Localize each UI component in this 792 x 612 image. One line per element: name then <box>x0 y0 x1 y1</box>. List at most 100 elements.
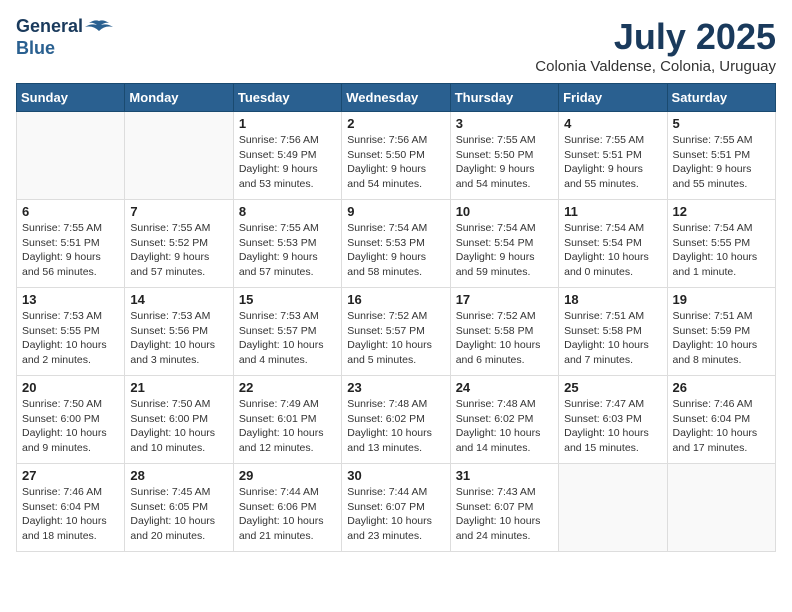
day-number: 18 <box>564 292 661 307</box>
day-info: Sunrise: 7:55 AMSunset: 5:51 PMDaylight:… <box>22 221 119 280</box>
day-info: Sunrise: 7:53 AMSunset: 5:55 PMDaylight:… <box>22 309 119 368</box>
day-info: Sunrise: 7:50 AMSunset: 6:00 PMDaylight:… <box>22 397 119 456</box>
day-number: 16 <box>347 292 444 307</box>
day-cell-w2-d7: 12 Sunrise: 7:54 AMSunset: 5:55 PMDayligh… <box>667 200 775 288</box>
day-number: 17 <box>456 292 553 307</box>
page-header: General Blue July 2025 Colonia Valdense,… <box>16 16 776 75</box>
day-number: 28 <box>130 468 227 483</box>
day-info: Sunrise: 7:52 AMSunset: 5:57 PMDaylight:… <box>347 309 444 368</box>
day-number: 27 <box>22 468 119 483</box>
day-info: Sunrise: 7:49 AMSunset: 6:01 PMDaylight:… <box>239 397 336 456</box>
header-wednesday: Wednesday <box>342 84 450 112</box>
day-info: Sunrise: 7:44 AMSunset: 6:07 PMDaylight:… <box>347 485 444 544</box>
logo-bird-icon <box>85 19 113 35</box>
day-cell-w3-d4: 16 Sunrise: 7:52 AMSunset: 5:57 PMDayligh… <box>342 288 450 376</box>
header-monday: Monday <box>125 84 233 112</box>
day-number: 15 <box>239 292 336 307</box>
day-number: 9 <box>347 204 444 219</box>
day-cell-w4-d5: 24Sunrise: 7:48 AMSunset: 6:02 PMDayligh… <box>450 376 558 464</box>
day-cell-w1-d2 <box>125 112 233 200</box>
header-friday: Friday <box>559 84 667 112</box>
day-cell-w5-d6 <box>559 464 667 552</box>
day-cell-w4-d1: 20 Sunrise: 7:50 AMSunset: 6:00 PMDayligh… <box>17 376 125 464</box>
day-cell-w1-d5: 3Sunrise: 7:55 AMSunset: 5:50 PMDaylight… <box>450 112 558 200</box>
day-cell-w3-d1: 13 Sunrise: 7:53 AMSunset: 5:55 PMDayligh… <box>17 288 125 376</box>
day-cell-w2-d5: 10 Sunrise: 7:54 AMSunset: 5:54 PMDayligh… <box>450 200 558 288</box>
day-info: Sunrise: 7:55 AMSunset: 5:51 PMDaylight:… <box>673 133 770 192</box>
day-info: Sunrise: 7:55 AMSunset: 5:52 PMDaylight:… <box>130 221 227 280</box>
day-number: 8 <box>239 204 336 219</box>
day-cell-w3-d7: 19Sunrise: 7:51 AMSunset: 5:59 PMDayligh… <box>667 288 775 376</box>
calendar-table: Sunday Monday Tuesday Wednesday Thursday… <box>16 83 776 552</box>
day-info: Sunrise: 7:56 AMSunset: 5:50 PMDaylight:… <box>347 133 444 192</box>
week-row-3: 13 Sunrise: 7:53 AMSunset: 5:55 PMDayligh… <box>17 288 776 376</box>
day-info: Sunrise: 7:52 AMSunset: 5:58 PMDaylight:… <box>456 309 553 368</box>
day-info: Sunrise: 7:55 AMSunset: 5:50 PMDaylight:… <box>456 133 553 192</box>
day-number: 26 <box>673 380 770 395</box>
week-row-1: 1 Sunrise: 7:56 AMSunset: 5:49 PMDaylight… <box>17 112 776 200</box>
week-row-2: 6 Sunrise: 7:55 AMSunset: 5:51 PMDaylight… <box>17 200 776 288</box>
title-section: July 2025 Colonia Valdense, Colonia, Uru… <box>535 16 776 75</box>
logo-text: General Blue <box>16 16 113 59</box>
calendar-header-row: Sunday Monday Tuesday Wednesday Thursday… <box>17 84 776 112</box>
day-info: Sunrise: 7:46 AMSunset: 6:04 PMDaylight:… <box>673 397 770 456</box>
day-info: Sunrise: 7:55 AMSunset: 5:53 PMDaylight:… <box>239 221 336 280</box>
day-number: 31 <box>456 468 553 483</box>
day-number: 21 <box>130 380 227 395</box>
day-number: 12 <box>673 204 770 219</box>
day-cell-w5-d2: 28 Sunrise: 7:45 AMSunset: 6:05 PMDayligh… <box>125 464 233 552</box>
day-number: 20 <box>22 380 119 395</box>
day-number: 25 <box>564 380 661 395</box>
day-cell-w2-d1: 6 Sunrise: 7:55 AMSunset: 5:51 PMDaylight… <box>17 200 125 288</box>
day-cell-w3-d5: 17 Sunrise: 7:52 AMSunset: 5:58 PMDayligh… <box>450 288 558 376</box>
header-saturday: Saturday <box>667 84 775 112</box>
logo: General Blue <box>16 16 113 59</box>
day-cell-w4-d4: 23Sunrise: 7:48 AMSunset: 6:02 PMDayligh… <box>342 376 450 464</box>
header-thursday: Thursday <box>450 84 558 112</box>
day-info: Sunrise: 7:44 AMSunset: 6:06 PMDaylight:… <box>239 485 336 544</box>
day-number: 2 <box>347 116 444 131</box>
day-info: Sunrise: 7:47 AMSunset: 6:03 PMDaylight:… <box>564 397 661 456</box>
day-info: Sunrise: 7:50 AMSunset: 6:00 PMDaylight:… <box>130 397 227 456</box>
day-number: 14 <box>130 292 227 307</box>
day-cell-w1-d3: 1 Sunrise: 7:56 AMSunset: 5:49 PMDaylight… <box>233 112 341 200</box>
day-number: 29 <box>239 468 336 483</box>
day-number: 13 <box>22 292 119 307</box>
week-row-4: 20 Sunrise: 7:50 AMSunset: 6:00 PMDayligh… <box>17 376 776 464</box>
day-number: 1 <box>239 116 336 131</box>
day-info: Sunrise: 7:48 AMSunset: 6:02 PMDaylight:… <box>456 397 553 456</box>
day-cell-w2-d4: 9Sunrise: 7:54 AMSunset: 5:53 PMDaylight… <box>342 200 450 288</box>
day-info: Sunrise: 7:43 AMSunset: 6:07 PMDaylight:… <box>456 485 553 544</box>
day-cell-w4-d7: 26 Sunrise: 7:46 AMSunset: 6:04 PMDayligh… <box>667 376 775 464</box>
day-info: Sunrise: 7:45 AMSunset: 6:05 PMDaylight:… <box>130 485 227 544</box>
day-info: Sunrise: 7:55 AMSunset: 5:51 PMDaylight:… <box>564 133 661 192</box>
day-info: Sunrise: 7:56 AMSunset: 5:49 PMDaylight:… <box>239 133 336 192</box>
header-tuesday: Tuesday <box>233 84 341 112</box>
day-number: 10 <box>456 204 553 219</box>
day-cell-w5-d4: 30 Sunrise: 7:44 AMSunset: 6:07 PMDayligh… <box>342 464 450 552</box>
day-cell-w1-d1 <box>17 112 125 200</box>
day-cell-w2-d6: 11Sunrise: 7:54 AMSunset: 5:54 PMDayligh… <box>559 200 667 288</box>
location-subtitle: Colonia Valdense, Colonia, Uruguay <box>535 58 776 75</box>
day-cell-w4-d3: 22 Sunrise: 7:49 AMSunset: 6:01 PMDayligh… <box>233 376 341 464</box>
day-cell-w1-d6: 4Sunrise: 7:55 AMSunset: 5:51 PMDaylight… <box>559 112 667 200</box>
day-cell-w2-d3: 8 Sunrise: 7:55 AMSunset: 5:53 PMDaylight… <box>233 200 341 288</box>
day-cell-w3-d2: 14Sunrise: 7:53 AMSunset: 5:56 PMDayligh… <box>125 288 233 376</box>
day-number: 22 <box>239 380 336 395</box>
day-cell-w5-d5: 31 Sunrise: 7:43 AMSunset: 6:07 PMDayligh… <box>450 464 558 552</box>
day-number: 7 <box>130 204 227 219</box>
week-row-5: 27 Sunrise: 7:46 AMSunset: 6:04 PMDayligh… <box>17 464 776 552</box>
day-number: 23 <box>347 380 444 395</box>
day-info: Sunrise: 7:54 AMSunset: 5:54 PMDaylight:… <box>456 221 553 280</box>
day-cell-w3-d6: 18Sunrise: 7:51 AMSunset: 5:58 PMDayligh… <box>559 288 667 376</box>
day-number: 30 <box>347 468 444 483</box>
day-info: Sunrise: 7:54 AMSunset: 5:55 PMDaylight:… <box>673 221 770 280</box>
month-title: July 2025 <box>535 16 776 58</box>
day-cell-w3-d3: 15 Sunrise: 7:53 AMSunset: 5:57 PMDayligh… <box>233 288 341 376</box>
day-info: Sunrise: 7:51 AMSunset: 5:59 PMDaylight:… <box>673 309 770 368</box>
day-info: Sunrise: 7:53 AMSunset: 5:57 PMDaylight:… <box>239 309 336 368</box>
day-info: Sunrise: 7:46 AMSunset: 6:04 PMDaylight:… <box>22 485 119 544</box>
day-cell-w5-d3: 29 Sunrise: 7:44 AMSunset: 6:06 PMDayligh… <box>233 464 341 552</box>
day-cell-w4-d2: 21 Sunrise: 7:50 AMSunset: 6:00 PMDayligh… <box>125 376 233 464</box>
day-number: 6 <box>22 204 119 219</box>
